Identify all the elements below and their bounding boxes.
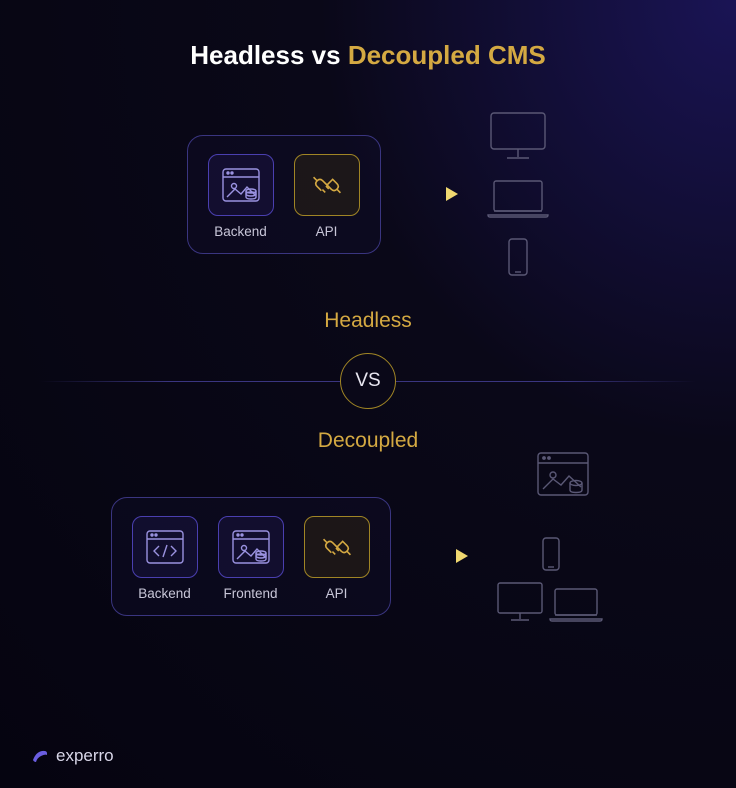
brand-name: experro [56,746,114,766]
divider: VS [0,351,736,411]
frontend-icon-box [218,516,284,578]
backend-icon-box [208,154,274,216]
api-icon-box [304,516,370,578]
title-accent: Decoupled CMS [348,40,546,70]
backend-label: Backend [138,586,191,601]
backend-icon-box [132,516,198,578]
api-icon-box [294,154,360,216]
decoupled-devices [496,481,626,631]
arrow-icon [416,546,471,566]
decoupled-group: Backend Frontend [111,497,391,616]
laptop-icon [486,179,550,219]
frontend-label: Frontend [223,586,277,601]
laptop-icon [548,587,604,623]
backend-code-icon [145,529,185,565]
decoupled-api-node: API [304,516,370,601]
page-title: Headless vs Decoupled CMS [0,0,736,71]
brand-logo: experro [30,746,114,766]
decoupled-frontend-node: Frontend [218,516,284,601]
decoupled-section: Backend Frontend [0,481,736,631]
phone-icon [541,536,561,572]
api-label: API [326,586,348,601]
backend-label: Backend [214,224,267,239]
content-window-icon [536,451,590,497]
api-plug-icon [317,527,357,567]
decoupled-label: Decoupled [0,429,736,453]
api-plug-icon [307,165,347,205]
title-prefix: Headless vs [190,40,348,70]
headless-backend-node: Backend [208,154,274,239]
phone-icon [507,237,529,277]
headless-api-node: API [294,154,360,239]
arrow-icon [406,184,461,204]
frontend-content-icon [231,529,271,565]
api-label: API [316,224,338,239]
monitor-icon [489,111,547,161]
monitor-icon [496,581,544,623]
vs-badge: VS [340,353,396,409]
headless-group: Backend API [187,135,381,254]
headless-label: Headless [0,309,736,333]
decoupled-backend-node: Backend [132,516,198,601]
brand-icon [30,746,50,766]
backend-content-icon [221,167,261,203]
headless-section: Backend API [0,111,736,277]
headless-devices [486,111,550,277]
